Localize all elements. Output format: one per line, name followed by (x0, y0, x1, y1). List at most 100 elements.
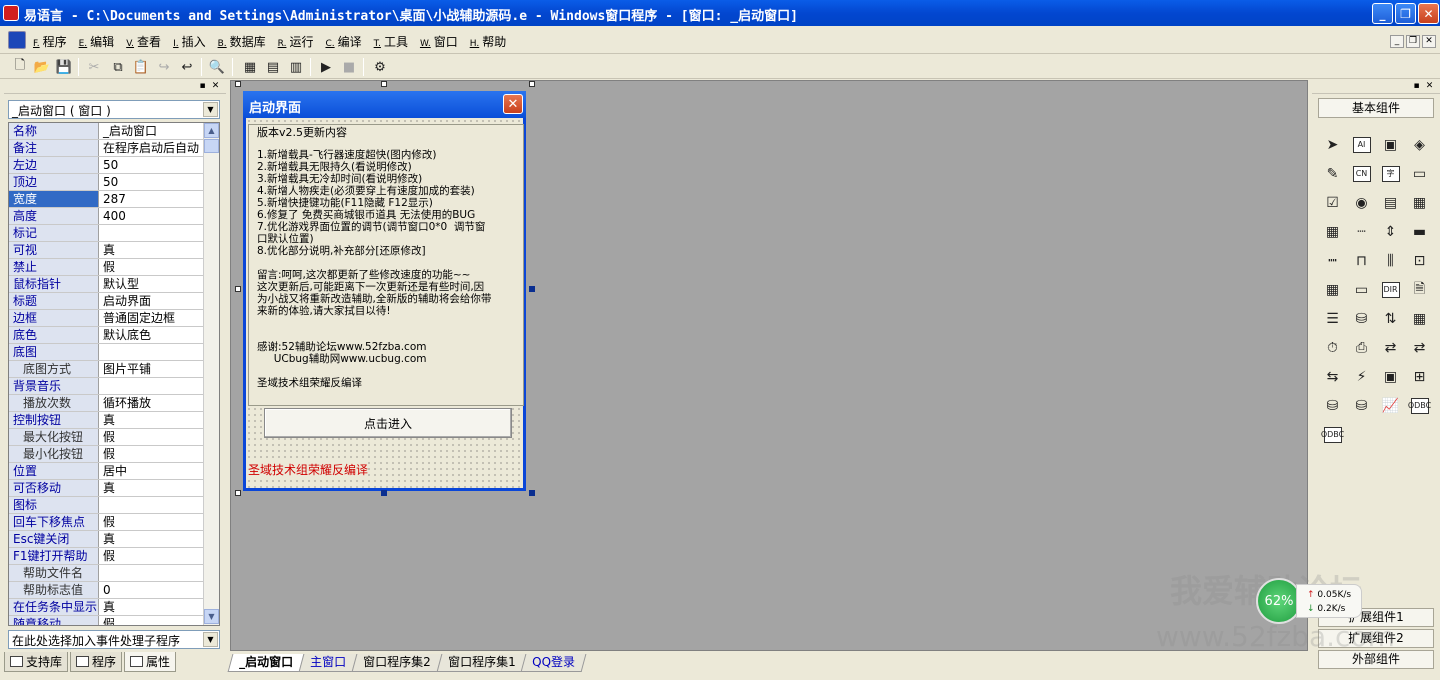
property-value[interactable]: 50 (100, 174, 205, 190)
window-tab[interactable]: 主窗口 (298, 654, 358, 672)
menu-item[interactable]: V. 查看 (123, 33, 164, 50)
dir-icon[interactable]: DIR (1376, 275, 1405, 304)
redo-icon[interactable]: ↪ (154, 57, 174, 77)
panel-icon[interactable]: ▦ (1405, 304, 1434, 333)
ruler-icon[interactable]: ┈ (1347, 217, 1376, 246)
update-notes-box[interactable]: 版本v2.5更新内容 1.新增载具-飞行器速度超快(图内修改) 2.新增载具无限… (248, 124, 524, 406)
printer-icon[interactable]: ⎙ (1347, 333, 1376, 362)
property-value[interactable] (100, 378, 205, 394)
credit-label[interactable]: 圣域技术组荣耀反编译 (248, 461, 369, 478)
left-tab[interactable]: 属性 (124, 652, 177, 672)
property-value[interactable]: 真 (100, 599, 205, 615)
calendar-icon[interactable]: ▦ (1318, 275, 1347, 304)
slider-icon[interactable]: ⫼ (1376, 246, 1405, 275)
property-row[interactable]: 高度 400 (9, 208, 205, 225)
mdi-close-button[interactable]: ✕ (1422, 35, 1436, 48)
panel-pin-icon[interactable]: ▪ (1411, 81, 1422, 92)
form-body[interactable]: 版本v2.5更新内容 1.新增载具-飞行器速度超快(图内修改) 2.新增载具无限… (246, 118, 524, 488)
basic-components-group[interactable]: 基本组件 (1318, 98, 1434, 118)
property-value[interactable]: 假 (100, 514, 205, 530)
window-tab[interactable]: 窗口程序集2 (351, 654, 443, 672)
property-value[interactable]: 假 (100, 548, 205, 564)
property-value[interactable]: 居中 (100, 463, 205, 479)
property-value[interactable] (100, 225, 205, 241)
radio-icon[interactable]: ◉ (1347, 188, 1376, 217)
paste-icon[interactable]: 📋 (131, 57, 151, 77)
new-file-icon[interactable]: 🗋 (10, 57, 30, 77)
find-icon[interactable]: 🔍 (207, 57, 227, 77)
property-row[interactable]: 最小化按钮假 (9, 446, 205, 463)
property-row[interactable]: 可否移动真 (9, 480, 205, 497)
shape-icon[interactable]: ◈ (1405, 130, 1434, 159)
property-row[interactable]: 最大化按钮假 (9, 429, 205, 446)
property-value[interactable] (100, 344, 205, 360)
odbc-icon[interactable]: ODBC (1405, 391, 1434, 420)
property-value[interactable]: _启动窗口 (100, 123, 205, 139)
text-icon[interactable]: CN (1347, 159, 1376, 188)
mdi-minimize-button[interactable]: _ (1390, 35, 1404, 48)
property-row[interactable]: 背景音乐 (9, 378, 205, 395)
undo-icon[interactable]: ↩ (177, 57, 197, 77)
tree-icon[interactable]: ⊞ (1405, 362, 1434, 391)
property-value[interactable]: 真 (100, 242, 205, 258)
event-selector[interactable]: 在此处选择加入事件处理子程序 ▼ (8, 630, 220, 649)
connect-icon[interactable]: ⚡ (1347, 362, 1376, 391)
property-value[interactable]: 默认底色 (100, 327, 205, 343)
menu-item[interactable]: R. 运行 (275, 33, 317, 50)
property-row[interactable]: 底色 默认底色 (9, 327, 205, 344)
chevron-down-icon[interactable]: ▼ (203, 632, 218, 647)
link-2-icon[interactable]: ⇄ (1405, 333, 1434, 362)
minimize-button[interactable]: _ (1372, 3, 1393, 24)
link-icon[interactable]: ⇄ (1376, 333, 1405, 362)
mdi-document-icon[interactable] (8, 31, 26, 49)
odbc-2-icon[interactable]: ODBC (1318, 420, 1347, 449)
left-tab[interactable]: 程序 (70, 652, 123, 672)
menu-item[interactable]: E. 编辑 (76, 33, 118, 50)
spinner-icon[interactable]: ⇕ (1376, 217, 1405, 246)
enter-button[interactable]: 点击进入 (264, 408, 512, 438)
property-row[interactable]: 标题 启动界面 (9, 293, 205, 310)
property-value[interactable]: 默认型 (100, 276, 205, 292)
property-row[interactable]: 宽度 287 (9, 191, 205, 208)
scroll-up-icon[interactable]: ▲ (204, 123, 219, 138)
line-icon[interactable]: ▭ (1405, 159, 1434, 188)
property-row[interactable]: 名称 _启动窗口 (9, 123, 205, 140)
property-value[interactable]: 真 (100, 531, 205, 547)
property-row[interactable]: 标记 (9, 225, 205, 242)
status-bar-icon[interactable]: ▭ (1347, 275, 1376, 304)
property-value[interactable]: 启动界面 (100, 293, 205, 309)
open-folder-icon[interactable]: 📂 (32, 57, 52, 77)
property-row[interactable]: 播放次数 循环播放 (9, 395, 205, 412)
stop-icon[interactable]: ■ (339, 57, 359, 77)
resize-handle[interactable] (381, 81, 387, 87)
table-icon[interactable]: ▦ (1318, 217, 1347, 246)
close-button[interactable]: ✕ (1418, 3, 1439, 24)
property-row[interactable]: 禁止假 (9, 259, 205, 276)
chart-icon[interactable]: 📈 (1376, 391, 1405, 420)
resize-handle[interactable] (235, 81, 241, 87)
property-value[interactable]: 假 (100, 616, 205, 625)
layout-2-icon[interactable]: ▤ (263, 57, 283, 77)
list-icon[interactable]: ▤ (1376, 188, 1405, 217)
chevron-down-icon[interactable]: ▼ (203, 102, 218, 117)
property-row[interactable]: F1键打开帮助假 (9, 548, 205, 565)
scroll-down-icon[interactable]: ▼ (204, 609, 219, 624)
menu-item[interactable]: B. 数据库 (215, 33, 269, 50)
property-value[interactable]: 假 (100, 446, 205, 462)
timer-icon[interactable]: ⏱ (1318, 333, 1347, 362)
property-row[interactable]: 图标 (9, 497, 205, 514)
property-value[interactable]: 真 (100, 412, 205, 428)
dbgrid-icon[interactable]: ⛁ (1318, 391, 1347, 420)
property-row[interactable]: 位置 居中 (9, 463, 205, 480)
property-row[interactable]: 随意移动假 (9, 616, 205, 625)
label-icon[interactable]: AI (1347, 130, 1376, 159)
font-icon[interactable]: 字 (1376, 159, 1405, 188)
resize-handle[interactable] (235, 286, 241, 292)
layout-1-icon[interactable]: ▦ (240, 57, 260, 77)
pointer-icon[interactable]: ➤ (1318, 130, 1347, 159)
property-value[interactable]: 真 (100, 480, 205, 496)
split-icon[interactable]: ⇅ (1376, 304, 1405, 333)
debug-icon[interactable]: ⚙ (370, 57, 390, 77)
db-2-icon[interactable]: ⛁ (1347, 391, 1376, 420)
menu-item[interactable]: W. 窗口 (417, 33, 461, 50)
